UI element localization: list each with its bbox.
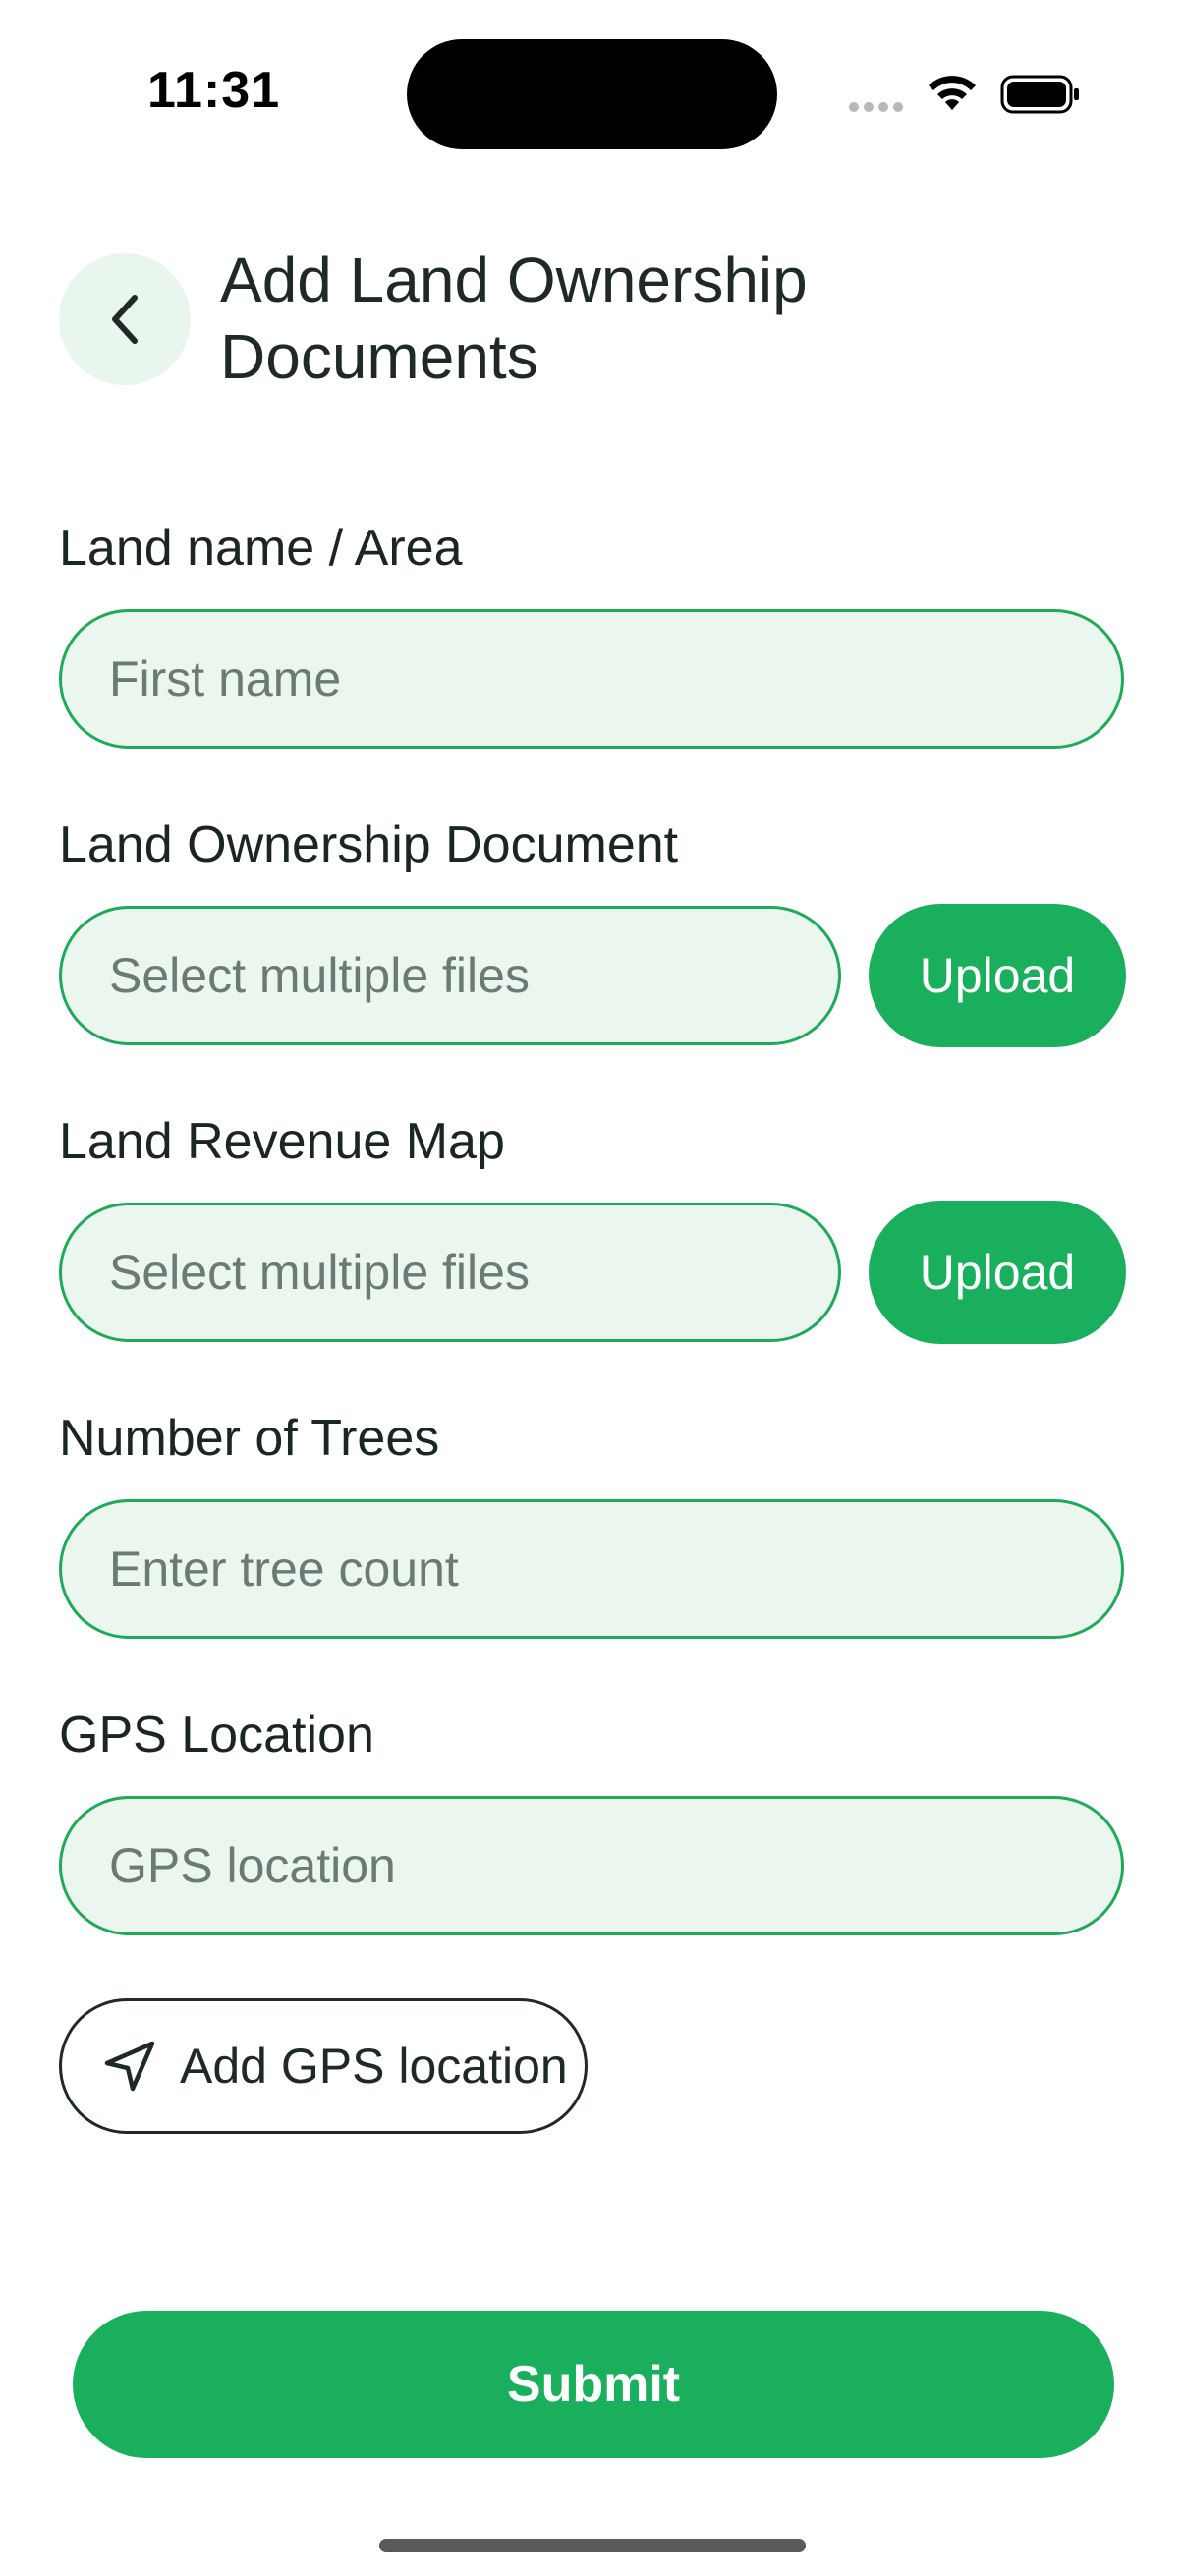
revenue-map-files-input[interactable] — [59, 1203, 841, 1342]
add-gps-location-button[interactable]: Add GPS location — [59, 1998, 588, 2134]
land-name-label: Land name / Area — [59, 520, 463, 577]
cellular-signal-icon — [849, 102, 908, 114]
ownership-document-files-input[interactable] — [59, 906, 841, 1045]
revenue-map-label: Land Revenue Map — [59, 1113, 505, 1170]
revenue-map-upload-button[interactable]: Upload — [869, 1201, 1126, 1344]
gps-location-input[interactable] — [59, 1796, 1124, 1935]
wifi-icon — [929, 76, 976, 110]
navigation-arrow-icon — [104, 2041, 155, 2092]
page-title: Add Land Ownership Documents — [220, 245, 808, 392]
status-time: 11:31 — [147, 62, 281, 119]
dynamic-island — [407, 39, 777, 149]
ownership-document-upload-button[interactable]: Upload — [869, 904, 1126, 1047]
battery-icon — [1000, 75, 1079, 114]
land-name-input[interactable] — [59, 609, 1124, 749]
chevron-left-icon — [112, 295, 138, 344]
submit-button[interactable]: Submit — [73, 2311, 1114, 2458]
ownership-document-label: Land Ownership Document — [59, 816, 679, 873]
gps-location-label: GPS Location — [59, 1707, 374, 1764]
tree-count-label: Number of Trees — [59, 1410, 440, 1467]
home-indicator — [379, 2539, 806, 2552]
tree-count-input[interactable] — [59, 1499, 1124, 1639]
back-button[interactable] — [59, 253, 191, 385]
add-gps-location-label: Add GPS location — [180, 2039, 568, 2094]
